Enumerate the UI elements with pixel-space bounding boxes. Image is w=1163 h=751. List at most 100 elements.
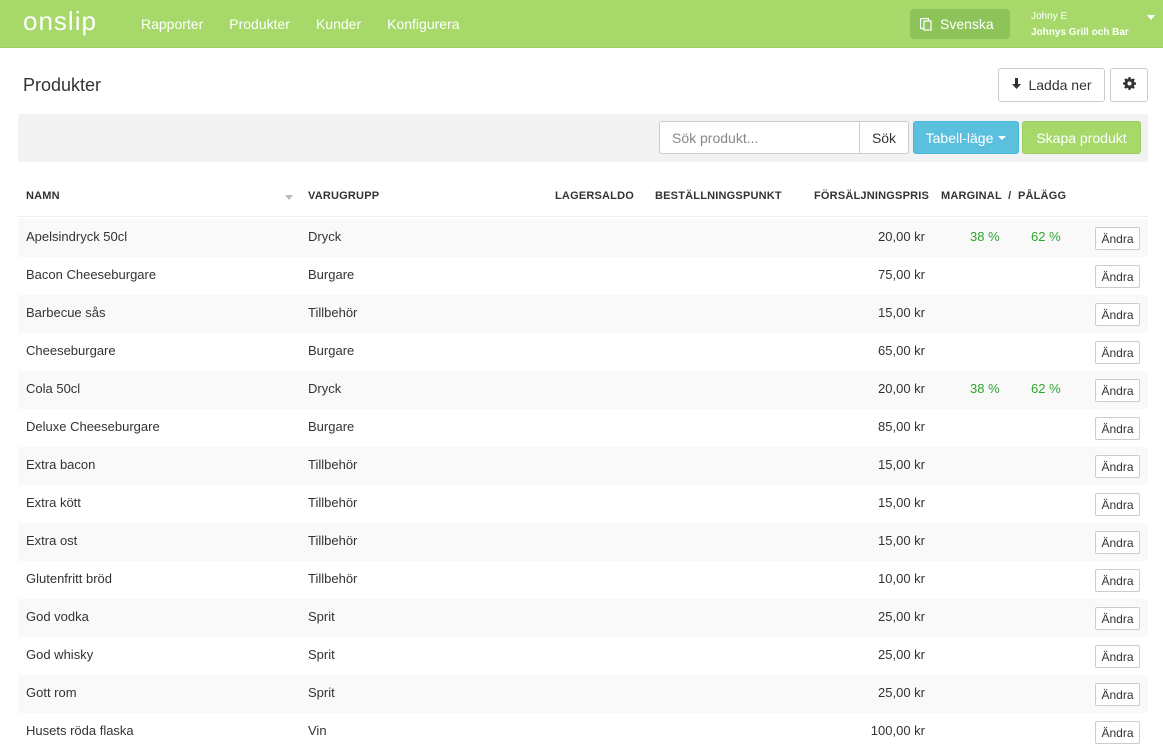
edit-button[interactable]: Ändra xyxy=(1095,303,1140,326)
table-row[interactable]: Cheeseburgare Burgare 65,00 kr Ändra xyxy=(18,333,1148,371)
nav-link-produkter[interactable]: Produkter xyxy=(229,16,290,32)
user-name: Johny E xyxy=(1031,11,1068,22)
product-margin: 38 % xyxy=(970,381,1000,396)
onslip-logo[interactable]: onslip xyxy=(23,6,97,37)
edit-button[interactable]: Ändra xyxy=(1095,493,1140,516)
product-price: 20,00 kr xyxy=(878,381,925,396)
product-group: Burgare xyxy=(308,267,355,282)
table-row[interactable]: Extra ost Tillbehör 15,00 kr Ändra xyxy=(18,523,1148,561)
language-label: Svenska xyxy=(940,16,994,32)
edit-button[interactable]: Ändra xyxy=(1095,379,1140,402)
table-row[interactable]: Glutenfritt bröd Tillbehör 10,00 kr Ändra xyxy=(18,561,1148,599)
product-markup: 62 % xyxy=(1031,229,1061,244)
product-price: 25,00 kr xyxy=(878,609,925,624)
column-header-name[interactable]: NAMN xyxy=(26,190,60,202)
download-button[interactable]: Ladda ner xyxy=(998,68,1105,102)
product-name: Extra ost xyxy=(26,533,78,548)
product-group: Tillbehör xyxy=(308,305,358,320)
product-group: Tillbehör xyxy=(308,571,358,586)
column-header-margin-markup[interactable]: MARGINAL / PÅLÄGG xyxy=(941,190,1066,202)
table-row[interactable]: God whisky Sprit 25,00 kr Ändra xyxy=(18,637,1148,675)
edit-button[interactable]: Ändra xyxy=(1095,265,1140,288)
top-navbar: onslip Rapporter Produkter Kunder Konfig… xyxy=(0,0,1163,48)
edit-button[interactable]: Ändra xyxy=(1095,417,1140,440)
product-price: 15,00 kr xyxy=(878,495,925,510)
column-header-reorder-point[interactable]: BESTÄLLNINGSPUNKT xyxy=(655,190,782,202)
table-row[interactable]: Bacon Cheeseburgare Burgare 75,00 kr Ändra xyxy=(18,257,1148,295)
product-price: 75,00 kr xyxy=(878,267,925,282)
table-row[interactable]: Extra bacon Tillbehör 15,00 kr Ändra xyxy=(18,447,1148,485)
product-name: Cheeseburgare xyxy=(26,343,116,358)
edit-button[interactable]: Ändra xyxy=(1095,531,1140,554)
column-header-stock[interactable]: LAGERSALDO xyxy=(555,190,634,202)
table-row[interactable]: Cola 50cl Dryck 20,00 kr 38 % 62 % Ändra xyxy=(18,371,1148,409)
table-header: NAMN VARUGRUPP LAGERSALDO BESTÄLLNINGSPU… xyxy=(18,178,1148,217)
table-row[interactable]: Gott rom Sprit 25,00 kr Ändra xyxy=(18,675,1148,713)
product-name: God whisky xyxy=(26,647,94,662)
table-row[interactable]: Apelsindryck 50cl Dryck 20,00 kr 38 % 62 % Än… xyxy=(18,219,1148,257)
table-row[interactable]: Barbecue sås Tillbehör 15,00 kr Ändra xyxy=(18,295,1148,333)
product-margin: 38 % xyxy=(970,229,1000,244)
sort-caret-icon[interactable] xyxy=(285,195,293,200)
product-group: Dryck xyxy=(308,229,342,244)
product-markup: 62 % xyxy=(1031,381,1061,396)
product-price: 15,00 kr xyxy=(878,305,925,320)
product-price: 10,00 kr xyxy=(878,571,925,586)
edit-button[interactable]: Ändra xyxy=(1095,455,1140,478)
product-price: 15,00 kr xyxy=(878,533,925,548)
main-nav: Rapporter Produkter Kunder Konfigurera xyxy=(128,0,473,47)
product-group: Tillbehör xyxy=(308,495,358,510)
table-row[interactable]: Husets röda flaska Vin 100,00 kr Ändra xyxy=(18,713,1148,751)
product-group: Burgare xyxy=(308,343,355,358)
product-name: Bacon Cheeseburgare xyxy=(26,267,157,282)
product-group: Vin xyxy=(308,723,327,738)
table-row[interactable]: God vodka Sprit 25,00 kr Ändra xyxy=(18,599,1148,637)
product-name: Glutenfritt bröd xyxy=(26,571,112,586)
company-name: Johnys Grill och Bar xyxy=(1031,27,1129,38)
product-name: Barbecue sås xyxy=(26,305,106,320)
product-price: 15,00 kr xyxy=(878,457,925,472)
product-group: Sprit xyxy=(308,609,335,624)
product-name: Apelsindryck 50cl xyxy=(26,229,128,244)
product-name: Extra bacon xyxy=(26,457,96,472)
product-price: 20,00 kr xyxy=(878,229,925,244)
table-row[interactable]: Deluxe Cheeseburgare Burgare 85,00 kr Ändra xyxy=(18,409,1148,447)
create-product-button[interactable]: Skapa produkt xyxy=(1022,121,1141,154)
product-name: Cola 50cl xyxy=(26,381,81,396)
search-button[interactable]: Sök xyxy=(859,121,909,154)
language-button[interactable]: Svenska xyxy=(910,9,1010,39)
edit-button[interactable]: Ändra xyxy=(1095,721,1140,744)
edit-button[interactable]: Ändra xyxy=(1095,341,1140,364)
edit-button[interactable]: Ändra xyxy=(1095,645,1140,668)
product-toolbar: Sök Tabell-läge Skapa produkt xyxy=(18,114,1148,162)
edit-button[interactable]: Ändra xyxy=(1095,683,1140,706)
product-name: God vodka xyxy=(26,609,89,624)
edit-button[interactable]: Ändra xyxy=(1095,607,1140,630)
edit-button[interactable]: Ändra xyxy=(1095,569,1140,592)
table-mode-dropdown[interactable]: Tabell-läge xyxy=(913,121,1019,154)
product-group: Dryck xyxy=(308,381,342,396)
product-group: Tillbehör xyxy=(308,533,358,548)
column-header-group[interactable]: VARUGRUPP xyxy=(308,190,379,202)
nav-link-kunder[interactable]: Kunder xyxy=(316,16,361,32)
column-header-price[interactable]: FÖRSÄLJNINGSPRIS xyxy=(814,190,929,202)
product-group: Burgare xyxy=(308,419,355,434)
product-price: 100,00 kr xyxy=(870,723,925,738)
download-label: Ladda ner xyxy=(1028,77,1092,93)
product-name: Gott rom xyxy=(26,685,77,700)
settings-button[interactable] xyxy=(1110,68,1148,102)
product-price: 25,00 kr xyxy=(878,685,925,700)
nav-link-konfigurera[interactable]: Konfigurera xyxy=(387,16,459,32)
product-group: Sprit xyxy=(308,647,335,662)
caret-down-icon[interactable] xyxy=(1147,15,1155,20)
edit-button[interactable]: Ändra xyxy=(1095,227,1140,250)
product-name: Deluxe Cheeseburgare xyxy=(26,419,160,434)
caret-down-icon xyxy=(998,135,1007,140)
product-name: Husets röda flaska xyxy=(26,723,134,738)
user-menu[interactable]: Johny E Johnys Grill och Bar xyxy=(1031,9,1129,41)
search-input[interactable] xyxy=(659,121,860,154)
product-price: 25,00 kr xyxy=(878,647,925,662)
table-row[interactable]: Extra kött Tillbehör 15,00 kr Ändra xyxy=(18,485,1148,523)
product-table-body: Apelsindryck 50cl Dryck 20,00 kr 38 % 62 % Än… xyxy=(18,219,1148,751)
nav-link-rapporter[interactable]: Rapporter xyxy=(141,16,203,32)
